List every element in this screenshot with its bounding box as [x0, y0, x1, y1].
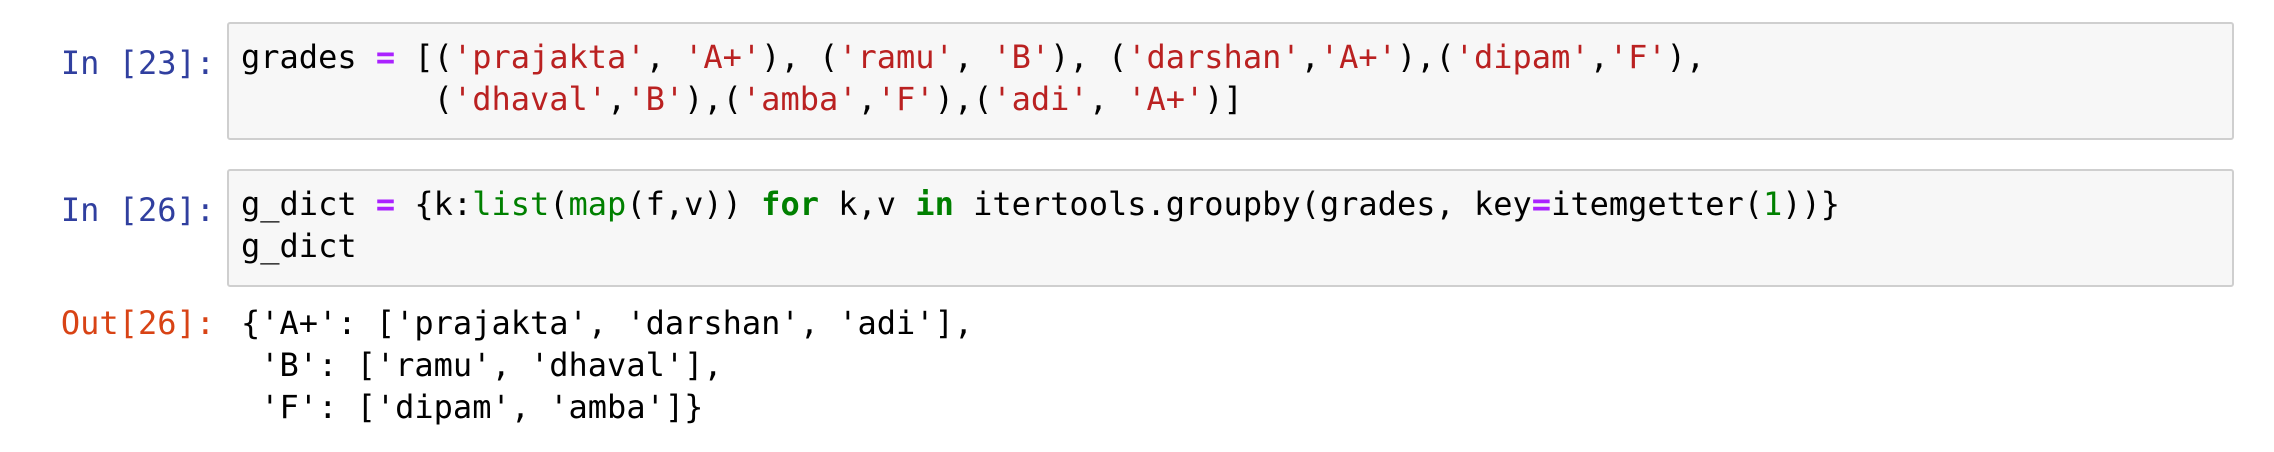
code-token-op: = [375, 185, 396, 223]
code-editor[interactable]: g_dict = {k:list(map(f,v)) for k,v in it… [241, 183, 1840, 267]
code-cell-26[interactable]: In [26]: g_dict = {k:list(map(f,v)) for … [0, 169, 2274, 439]
code-token-plain: [( [395, 38, 453, 76]
code-token-plain: ), ( [1050, 38, 1128, 76]
code-token-plain: ( [549, 185, 569, 223]
code-token-str: 'prajakta' [452, 38, 646, 76]
code-token-plain: , [1300, 38, 1320, 76]
code-token-plain: (f,v)) [626, 185, 762, 223]
output-line: 'B': ['ramu', 'dhaval'], [241, 346, 723, 384]
code-token-str: 'dhaval' [452, 80, 608, 118]
code-token-plain: k,v [818, 185, 916, 223]
code-editor[interactable]: grades = [('prajakta', 'A+'), ('ramu', '… [241, 36, 1705, 120]
code-token-plain: , [607, 80, 627, 118]
code-token-plain: ), ( [761, 38, 839, 76]
code-token-op: = [375, 38, 396, 76]
code-token-plain: , [645, 38, 685, 76]
code-token-str: 'A+' [684, 38, 762, 76]
code-token-plain: grades [241, 38, 376, 76]
code-token-plain: g_dict [241, 185, 376, 223]
code-token-kw: in [915, 185, 954, 223]
code-token-plain: itertools.groupby(grades, key [953, 185, 1532, 223]
code-token-plain: {k: [395, 185, 473, 223]
code-token-plain: g_dict [241, 227, 357, 265]
code-token-str: 'F' [876, 80, 935, 118]
input-prompt: In [26]: [60, 191, 215, 229]
code-token-str: 'dipam' [1454, 38, 1590, 76]
code-token-kw: for [761, 185, 819, 223]
cell-output: {'A+': ['prajakta', 'darshan', 'adi'], '… [241, 302, 973, 428]
code-token-op: = [1531, 185, 1552, 223]
code-token-str: 'B' [626, 80, 685, 118]
code-token-bi: list [472, 185, 550, 223]
output-line: 'F': ['dipam', 'amba']} [241, 388, 704, 426]
code-token-plain: itemgetter( [1551, 185, 1763, 223]
code-token-str: 'A+' [1127, 80, 1205, 118]
notebook: In [23]: grades = [('prajakta', 'A+'), (… [0, 0, 2274, 452]
code-input-area[interactable]: g_dict = {k:list(map(f,v)) for k,v in it… [227, 169, 2234, 287]
code-token-num: 1 [1762, 185, 1783, 223]
code-token-plain: ( [241, 80, 453, 118]
code-token-plain: )] [1204, 80, 1243, 118]
code-input-area[interactable]: grades = [('prajakta', 'A+'), ('ramu', '… [227, 22, 2234, 140]
code-cell-23[interactable]: In [23]: grades = [('prajakta', 'A+'), (… [0, 22, 2274, 140]
output-line: {'A+': ['prajakta', 'darshan', 'adi'], [241, 304, 974, 342]
code-token-str: 'amba' [741, 80, 858, 118]
code-token-plain: , [953, 38, 993, 76]
code-token-bi: map [568, 185, 627, 223]
code-token-plain: , [857, 80, 877, 118]
output-prompt: Out[26]: [60, 304, 215, 342]
code-token-plain: ),( [1396, 38, 1455, 76]
code-token-str: 'B' [992, 38, 1051, 76]
code-token-str: 'adi' [992, 80, 1089, 118]
code-token-str: 'darshan' [1127, 38, 1301, 76]
code-token-str: 'ramu' [838, 38, 954, 76]
code-token-plain: ),( [934, 80, 993, 118]
input-prompt: In [23]: [60, 44, 215, 82]
code-token-plain: ),( [684, 80, 742, 118]
code-token-str: 'F' [1608, 38, 1667, 76]
code-token-str: 'A+' [1319, 38, 1397, 76]
code-token-plain: ), [1666, 38, 1706, 76]
code-token-plain: , [1088, 80, 1128, 118]
code-token-plain: ))} [1782, 185, 1841, 223]
code-token-plain: , [1589, 38, 1609, 76]
